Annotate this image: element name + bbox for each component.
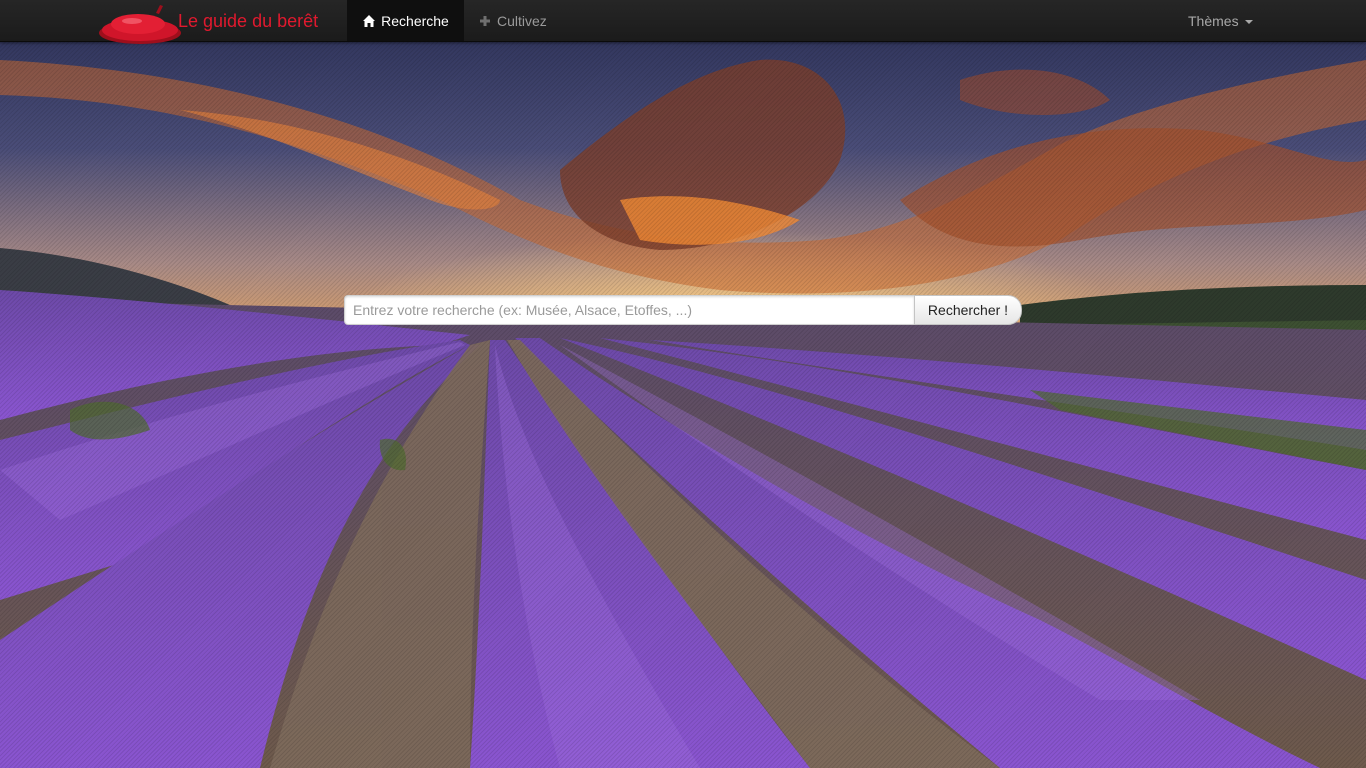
background-photo [0,0,1366,768]
brand-link[interactable]: Le guide du berêt [98,0,318,44]
lavender-field-image [0,0,1366,768]
home-icon [363,14,376,27]
themes-dropdown[interactable]: Thèmes [1188,0,1253,41]
nav-item-recherche[interactable]: Recherche [347,0,464,41]
caret-down-icon [1244,19,1253,24]
nav-item-label: Cultivez [497,12,547,29]
beret-icon [99,4,181,44]
nav-item-cultivez[interactable]: Cultivez [478,0,547,41]
search-bar: Rechercher ! [344,295,1022,325]
brand-name: Le guide du berêt [178,11,319,31]
plus-icon [480,15,490,26]
themes-label: Thèmes [1188,12,1239,29]
search-input[interactable] [344,295,914,325]
search-button[interactable]: Rechercher ! [914,295,1022,325]
top-navbar: Le guide du berêt Recherche Cultivez Thè… [0,0,1366,44]
nav-item-label: Recherche [381,12,449,29]
